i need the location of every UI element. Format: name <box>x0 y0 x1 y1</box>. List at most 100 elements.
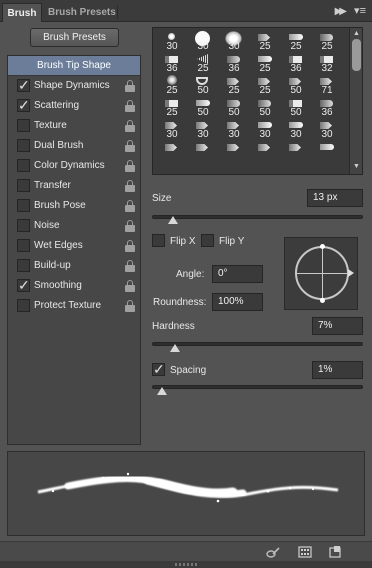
scroll-down-icon[interactable]: ▼ <box>353 163 360 170</box>
lock-icon[interactable] <box>125 200 135 212</box>
brush-grid-icon[interactable] <box>298 545 312 559</box>
roundness-handle-top[interactable] <box>320 244 325 249</box>
brush-preset-cell[interactable]: 71 <box>311 75 343 97</box>
option-checkbox[interactable] <box>17 277 30 294</box>
collapse-icon[interactable]: ▶▶ <box>335 6 348 17</box>
option-build-up[interactable]: Build-up <box>8 256 140 276</box>
option-checkbox[interactable] <box>17 119 30 132</box>
option-checkbox[interactable] <box>17 199 30 212</box>
brush-preset-cell[interactable]: 30 <box>280 119 312 141</box>
option-brush-tip-shape[interactable]: Brush Tip Shape <box>8 56 140 76</box>
hardness-slider[interactable] <box>152 342 363 346</box>
brush-presets-button[interactable]: Brush Presets <box>30 28 119 47</box>
option-color-dynamics[interactable]: Color Dynamics <box>8 156 140 176</box>
brush-preset-cell[interactable]: 30 <box>249 119 281 141</box>
brush-preset-cell[interactable] <box>187 141 219 163</box>
brush-preset-cell[interactable]: 25 <box>249 53 281 75</box>
angle-roundness-widget[interactable] <box>284 237 358 310</box>
option-checkbox[interactable] <box>17 239 30 252</box>
brush-preset-cell[interactable]: 30 <box>187 119 219 141</box>
lock-icon[interactable] <box>125 240 135 252</box>
option-checkbox[interactable] <box>17 179 30 192</box>
brush-preset-cell[interactable]: 25 <box>280 31 312 53</box>
option-checkbox[interactable] <box>17 97 30 114</box>
tab-brush[interactable]: Brush <box>2 3 42 22</box>
hardness-slider-thumb[interactable] <box>169 344 180 352</box>
option-wet-edges[interactable]: Wet Edges <box>8 236 140 256</box>
size-slider-thumb[interactable] <box>167 216 178 224</box>
brush-preset-cell[interactable]: 30 <box>218 119 250 141</box>
brush-preset-cell[interactable]: 50 <box>280 75 312 97</box>
brush-preset-cell[interactable]: 50 <box>218 97 250 119</box>
size-slider[interactable] <box>152 215 363 219</box>
roundness-handle-bottom[interactable] <box>320 298 325 303</box>
lock-icon[interactable] <box>125 100 135 112</box>
option-transfer[interactable]: Transfer <box>8 176 140 196</box>
brush-preset-cell[interactable]: 30 <box>156 119 188 141</box>
flip-y-checkbox[interactable] <box>201 234 214 247</box>
angle-arrow-icon[interactable] <box>348 269 354 277</box>
lock-icon[interactable] <box>125 180 135 192</box>
brush-preset-cell[interactable]: 25 <box>187 53 219 75</box>
lock-icon[interactable] <box>125 260 135 272</box>
brush-preset-cell[interactable]: 30 <box>311 119 343 141</box>
brush-preset-cell[interactable]: 36 <box>218 53 250 75</box>
hardness-field[interactable]: 7% <box>312 317 363 335</box>
option-checkbox[interactable] <box>17 259 30 272</box>
spacing-checkbox[interactable] <box>152 361 165 378</box>
option-brush-pose[interactable]: Brush Pose <box>8 196 140 216</box>
option-scattering[interactable]: Scattering <box>8 96 140 116</box>
brush-preset-cell[interactable]: 30 <box>156 31 188 53</box>
brush-preset-cell[interactable]: 25 <box>156 97 188 119</box>
brush-preset-cell[interactable]: 25 <box>249 75 281 97</box>
lock-icon[interactable] <box>125 160 135 172</box>
option-protect-texture[interactable]: Protect Texture <box>8 296 140 316</box>
option-checkbox[interactable] <box>17 159 30 172</box>
brush-preset-cell[interactable]: 25 <box>156 75 188 97</box>
brush-preset-cell[interactable] <box>156 141 188 163</box>
option-texture[interactable]: Texture <box>8 116 140 136</box>
lock-icon[interactable] <box>125 120 135 132</box>
lock-icon[interactable] <box>125 140 135 152</box>
brush-preset-cell[interactable]: 25 <box>218 75 250 97</box>
option-checkbox[interactable] <box>17 139 30 152</box>
brush-preset-cell[interactable]: 50 <box>187 97 219 119</box>
brush-preset-cell[interactable]: 25 <box>249 31 281 53</box>
brush-preset-cell[interactable]: 36 <box>280 53 312 75</box>
lock-icon[interactable] <box>125 300 135 312</box>
brush-preset-cell[interactable] <box>311 141 343 163</box>
lock-icon[interactable] <box>125 220 135 232</box>
lock-icon[interactable] <box>125 80 135 92</box>
brush-preset-cell[interactable] <box>218 141 250 163</box>
spacing-slider-thumb[interactable] <box>157 387 168 395</box>
flip-x-checkbox[interactable] <box>152 234 165 247</box>
resize-grip[interactable] <box>0 561 372 568</box>
option-checkbox[interactable] <box>17 77 30 94</box>
panel-menu-icon[interactable]: ▾≡ <box>354 4 366 17</box>
brush-preset-cell[interactable]: 36 <box>311 97 343 119</box>
option-shape-dynamics[interactable]: Shape Dynamics <box>8 76 140 96</box>
tab-brush-presets[interactable]: Brush Presets <box>48 3 116 22</box>
brush-preset-cell[interactable]: 32 <box>311 53 343 75</box>
brush-preset-cell[interactable] <box>280 141 312 163</box>
scroll-thumb[interactable] <box>352 39 361 71</box>
angle-field[interactable]: 0° <box>212 265 263 283</box>
brush-preset-cell[interactable]: 30 <box>187 31 219 53</box>
spacing-field[interactable]: 1% <box>312 361 363 379</box>
option-dual-brush[interactable]: Dual Brush <box>8 136 140 156</box>
brush-preset-cell[interactable]: 50 <box>187 75 219 97</box>
toggle-live-tip-icon[interactable] <box>266 545 280 559</box>
new-brush-icon[interactable] <box>328 545 342 559</box>
spacing-slider[interactable] <box>152 385 363 389</box>
scroll-up-icon[interactable]: ▲ <box>353 30 360 37</box>
option-smoothing[interactable]: Smoothing <box>8 276 140 296</box>
brush-preset-cell[interactable]: 36 <box>156 53 188 75</box>
lock-icon[interactable] <box>125 280 135 292</box>
brush-preset-cell[interactable]: 50 <box>249 97 281 119</box>
brush-grid-scrollbar[interactable]: ▲ ▼ <box>349 28 362 174</box>
brush-preset-cell[interactable]: 50 <box>280 97 312 119</box>
size-field[interactable]: 13 px <box>307 189 363 207</box>
option-checkbox[interactable] <box>17 299 30 312</box>
roundness-field[interactable]: 100% <box>212 293 263 311</box>
option-checkbox[interactable] <box>17 219 30 232</box>
